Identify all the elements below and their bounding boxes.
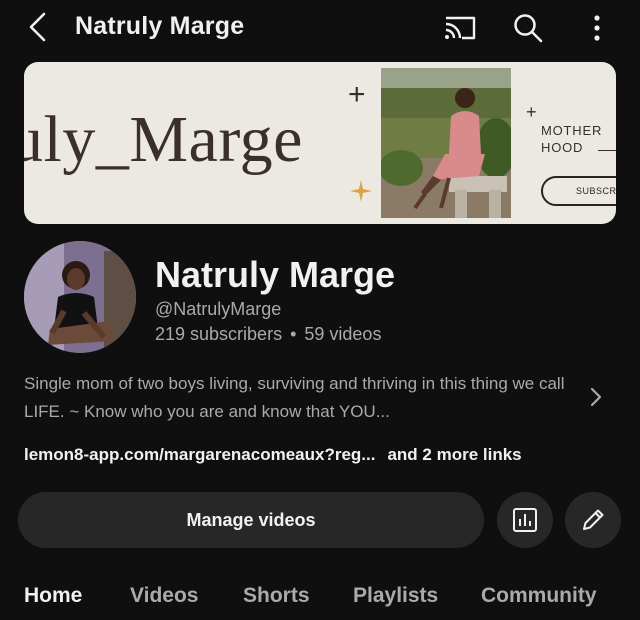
tab-shorts[interactable]: Shorts (243, 584, 310, 608)
more-links[interactable]: and 2 more links (387, 445, 521, 464)
cast-icon[interactable] (442, 12, 478, 44)
tab-playlists[interactable]: Playlists (353, 584, 438, 608)
channel-link[interactable]: lemon8-app.com/margarenacomeaux?reg... (24, 445, 375, 464)
banner-divider (598, 150, 616, 151)
sparkle-icon (350, 180, 372, 202)
pencil-icon (583, 509, 604, 530)
analytics-button[interactable] (497, 492, 553, 548)
page-title: Natruly Marge (75, 12, 245, 40)
plus-decoration-icon: + (526, 102, 537, 122)
banner-script-text: uly_Marge (24, 103, 303, 176)
channel-name: Natruly Marge (155, 254, 396, 295)
more-vertical-icon[interactable] (584, 10, 610, 46)
channel-banner: uly_Marge + + MOTHER HOOD SUBSCRI (24, 62, 616, 224)
tab-videos[interactable]: Videos (130, 584, 198, 608)
channel-tabs: Home Videos Shorts Playlists Community (0, 578, 640, 620)
stats-separator: • (290, 324, 297, 344)
manage-videos-button[interactable]: Manage videos (18, 492, 484, 548)
channel-description[interactable]: Single mom of two boys living, surviving… (24, 370, 579, 426)
banner-side-text: MOTHER HOOD (541, 123, 603, 155)
chevron-right-icon[interactable] (586, 385, 606, 409)
video-count: 59 videos (304, 324, 382, 344)
back-arrow-icon[interactable] (22, 10, 56, 44)
analytics-icon (513, 508, 537, 532)
banner-photo (381, 68, 511, 218)
subscriber-count: 219 subscribers (155, 324, 283, 344)
channel-stats: 219 subscribers • 59 videos (155, 324, 381, 345)
avatar[interactable] (24, 241, 136, 353)
edit-channel-button[interactable] (565, 492, 621, 548)
tab-home[interactable]: Home (24, 584, 82, 608)
top-app-bar: Natruly Marge (0, 0, 640, 56)
tab-community[interactable]: Community (481, 584, 597, 608)
banner-subscribe-graphic: SUBSCRI (541, 176, 616, 206)
channel-links[interactable]: lemon8-app.com/margarenacomeaux?reg... an… (24, 445, 522, 465)
search-icon[interactable] (510, 10, 546, 46)
plus-decoration-icon: + (348, 78, 366, 111)
channel-handle: @NatrulyMarge (155, 299, 282, 319)
